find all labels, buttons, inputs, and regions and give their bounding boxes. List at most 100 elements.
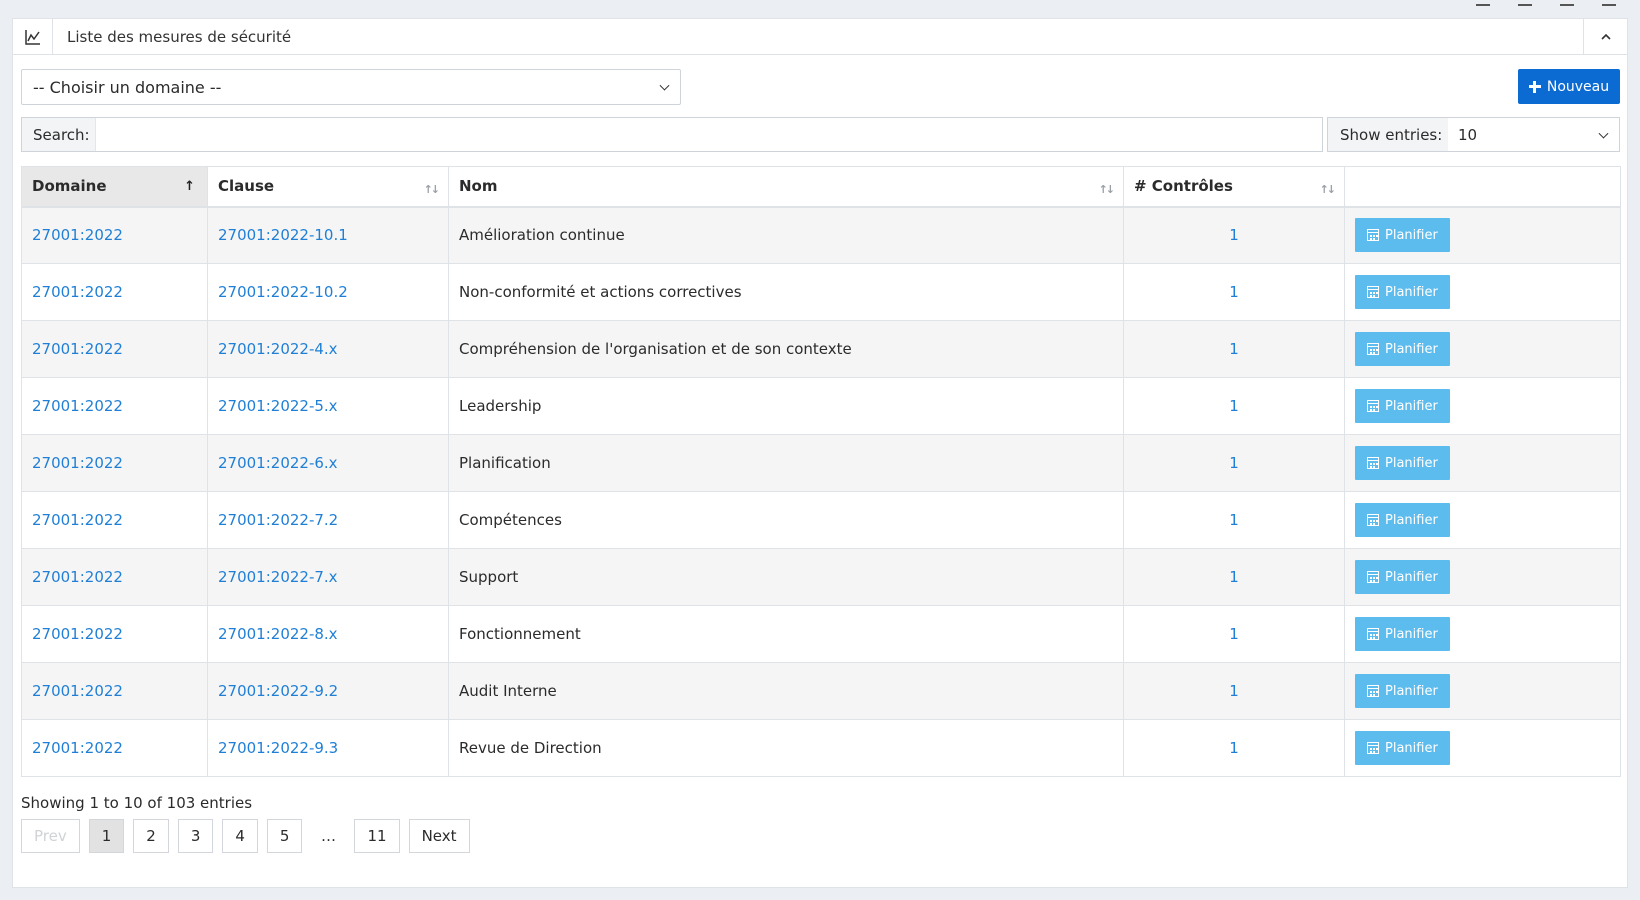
clause-link[interactable]: 27001:2022-7.x	[218, 568, 338, 586]
clause-link[interactable]: 27001:2022-10.2	[218, 283, 348, 301]
cell-controles: 1	[1123, 662, 1345, 720]
controles-link[interactable]: 1	[1229, 340, 1239, 358]
controles-link[interactable]: 1	[1229, 568, 1239, 586]
page-5-button[interactable]: 5	[266, 819, 303, 853]
plan-button[interactable]: Planifier	[1355, 503, 1450, 537]
column-header-domaine[interactable]: Domaine ↑	[21, 166, 208, 208]
calendar-icon	[1367, 400, 1379, 412]
clause-link[interactable]: 27001:2022-7.2	[218, 511, 338, 529]
cell-action: Planifier	[1344, 434, 1621, 492]
measures-table: Domaine ↑ Clause ↑↓ Nom ↑↓ # Contrôles ↑…	[21, 166, 1621, 777]
domaine-link[interactable]: 27001:2022	[32, 283, 123, 301]
card-header: Liste des mesures de sécurité	[13, 19, 1627, 55]
domaine-link[interactable]: 27001:2022	[32, 682, 123, 700]
column-header-nom[interactable]: Nom ↑↓	[448, 166, 1124, 208]
domaine-link[interactable]: 27001:2022	[32, 511, 123, 529]
clause-link[interactable]: 27001:2022-4.x	[218, 340, 338, 358]
clause-link[interactable]: 27001:2022-6.x	[218, 454, 338, 472]
plan-button-label: Planifier	[1385, 398, 1438, 414]
cell-nom: Revue de Direction	[448, 719, 1124, 777]
cell-clause: 27001:2022-7.x	[207, 548, 449, 606]
page-2-button[interactable]: 2	[133, 819, 169, 853]
domaine-link[interactable]: 27001:2022	[32, 397, 123, 415]
column-label: # Contrôles	[1134, 177, 1233, 196]
plan-button-label: Planifier	[1385, 227, 1438, 243]
table-header-row: Domaine ↑ Clause ↑↓ Nom ↑↓ # Contrôles ↑…	[21, 166, 1621, 208]
controles-link[interactable]: 1	[1229, 625, 1239, 643]
column-header-actions	[1344, 166, 1621, 208]
table-row: 27001:2022 27001:2022-7.2 Compétences 1 Plan…	[21, 491, 1621, 549]
cell-domaine: 27001:2022	[21, 605, 208, 663]
controles-link[interactable]: 1	[1229, 283, 1239, 301]
search-input[interactable]	[96, 118, 1322, 151]
cell-controles: 1	[1123, 605, 1345, 663]
cell-nom: Compétences	[448, 491, 1124, 549]
table-row: 27001:2022 27001:2022-9.3 Revue de Directi…	[21, 719, 1621, 777]
calendar-icon	[1367, 742, 1379, 754]
cell-clause: 27001:2022-6.x	[207, 434, 449, 492]
plan-button[interactable]: Planifier	[1355, 674, 1450, 708]
controles-link[interactable]: 1	[1229, 397, 1239, 415]
clause-link[interactable]: 27001:2022-9.2	[218, 682, 338, 700]
cell-nom: Compréhension de l'organisation et de so…	[448, 320, 1124, 378]
cell-controles: 1	[1123, 206, 1345, 264]
plan-button-label: Planifier	[1385, 512, 1438, 528]
new-button[interactable]: Nouveau	[1518, 69, 1620, 104]
column-header-clause[interactable]: Clause ↑↓	[207, 166, 449, 208]
domaine-link[interactable]: 27001:2022	[32, 454, 123, 472]
new-button-label: Nouveau	[1546, 78, 1610, 95]
cell-clause: 27001:2022-4.x	[207, 320, 449, 378]
plan-button-label: Planifier	[1385, 284, 1438, 300]
globe-icon[interactable]	[1518, 0, 1532, 6]
cell-nom: Fonctionnement	[448, 605, 1124, 663]
controles-link[interactable]: 1	[1229, 454, 1239, 472]
page-1-button[interactable]: 1	[88, 819, 125, 853]
menu-icon[interactable]	[1602, 0, 1616, 6]
calendar-icon	[1367, 571, 1379, 583]
domaine-link[interactable]: 27001:2022	[32, 226, 123, 244]
calendar-icon	[1367, 628, 1379, 640]
calendar-icon	[1367, 457, 1379, 469]
controles-link[interactable]: 1	[1229, 511, 1239, 529]
column-header-controles[interactable]: # Contrôles ↑↓	[1123, 166, 1345, 208]
plan-button[interactable]: Planifier	[1355, 389, 1450, 423]
domain-select[interactable]: -- Choisir un domaine --	[21, 69, 681, 105]
plan-button[interactable]: Planifier	[1355, 617, 1450, 651]
clause-link[interactable]: 27001:2022-10.1	[218, 226, 348, 244]
domaine-link[interactable]: 27001:2022	[32, 625, 123, 643]
cell-controles: 1	[1123, 548, 1345, 606]
plan-button[interactable]: Planifier	[1355, 275, 1450, 309]
controles-link[interactable]: 1	[1229, 682, 1239, 700]
prev-button[interactable]: Prev	[21, 819, 80, 853]
next-button[interactable]: Next	[408, 819, 470, 853]
cell-domaine: 27001:2022	[21, 548, 208, 606]
clause-link[interactable]: 27001:2022-5.x	[218, 397, 338, 415]
collapse-button[interactable]	[1583, 19, 1627, 54]
page-11-button[interactable]: 11	[354, 819, 400, 853]
plan-button[interactable]: Planifier	[1355, 332, 1450, 366]
plan-button[interactable]: Planifier	[1355, 218, 1450, 253]
plan-button[interactable]: Planifier	[1355, 446, 1450, 480]
table-row: 27001:2022 27001:2022-7.x Support 1 Planifie…	[21, 548, 1621, 606]
controles-link[interactable]: 1	[1229, 739, 1239, 757]
clause-link[interactable]: 27001:2022-9.3	[218, 739, 338, 757]
domaine-link[interactable]: 27001:2022	[32, 340, 123, 358]
help-icon[interactable]	[1560, 0, 1574, 6]
cell-action: Planifier	[1344, 491, 1621, 549]
domaine-link[interactable]: 27001:2022	[32, 739, 123, 757]
entries-select[interactable]: 10	[1448, 118, 1619, 151]
user-icon[interactable]	[1476, 0, 1490, 6]
plan-button[interactable]: Planifier	[1355, 731, 1450, 765]
domaine-link[interactable]: 27001:2022	[32, 568, 123, 586]
cell-clause: 27001:2022-10.1	[207, 206, 449, 264]
calendar-icon	[1367, 286, 1379, 298]
cell-controles: 1	[1123, 377, 1345, 435]
page-3-button[interactable]: 3	[177, 819, 214, 853]
cell-domaine: 27001:2022	[21, 719, 208, 777]
measures-card: Liste des mesures de sécurité -- Choisir…	[12, 18, 1628, 888]
page-4-button[interactable]: 4	[222, 819, 258, 853]
plan-button[interactable]: Planifier	[1355, 560, 1450, 594]
clause-link[interactable]: 27001:2022-8.x	[218, 625, 338, 643]
cell-nom: Leadership	[448, 377, 1124, 435]
controles-link[interactable]: 1	[1229, 226, 1239, 244]
